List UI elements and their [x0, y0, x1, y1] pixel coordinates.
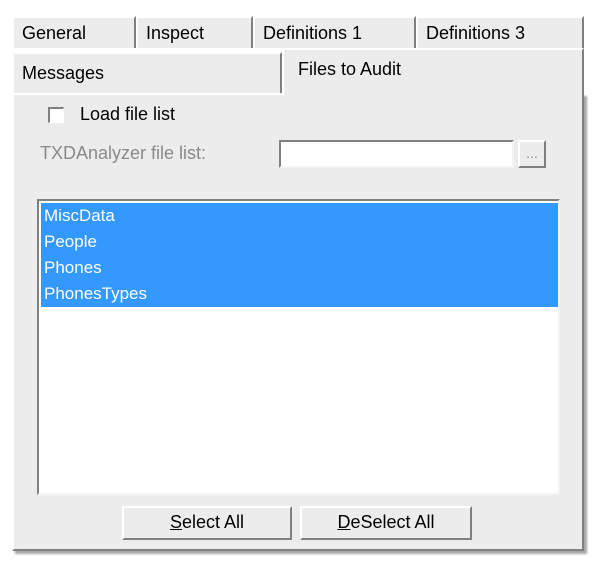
tab-inspect-label: Inspect: [146, 23, 205, 43]
tab-definitions-1-label: Definitions 1: [263, 23, 363, 43]
tab-messages-label: Messages: [22, 63, 105, 83]
tab-general[interactable]: General: [12, 16, 136, 48]
list-item-phonestypes[interactable]: PhonesTypes: [41, 281, 558, 307]
options-dialog: General Inspect Definitions 1 Definition…: [0, 0, 593, 565]
select-all-button[interactable]: Select All: [122, 506, 292, 540]
list-item-miscdata[interactable]: MiscData: [41, 203, 558, 229]
tab-files-to-audit-label: Files to Audit: [298, 59, 402, 79]
deselect-all-mnemonic: D: [337, 512, 351, 532]
tab-messages[interactable]: Messages: [12, 52, 282, 93]
deselect-all-button[interactable]: DeSelect All: [300, 506, 472, 540]
select-all-mnemonic: S: [169, 512, 182, 532]
load-file-list-label[interactable]: Load file list: [80, 104, 175, 125]
file-list-input[interactable]: [279, 140, 514, 168]
file-list-field-label: TXDAnalyzer file list:: [40, 143, 207, 163]
list-item-phones[interactable]: Phones: [41, 255, 558, 281]
load-file-list-checkbox[interactable]: [48, 107, 64, 123]
tab-files-to-audit[interactable]: Files to Audit: [282, 48, 584, 96]
list-item-people[interactable]: People: [41, 229, 558, 255]
tab-definitions-3-label: Definitions 3: [426, 23, 526, 43]
tab-inspect[interactable]: Inspect: [136, 16, 253, 48]
tab-definitions-1[interactable]: Definitions 1: [253, 16, 416, 48]
deselect-all-label: eSelect All: [350, 512, 435, 532]
select-all-label: elect All: [181, 512, 245, 532]
tab-general-label: General: [22, 23, 87, 43]
browse-button[interactable]: ...: [518, 140, 546, 168]
files-listbox[interactable]: MiscData People Phones PhonesTypes: [37, 199, 560, 495]
browse-button-label: ...: [526, 145, 538, 161]
tab-definitions-3[interactable]: Definitions 3: [416, 16, 584, 48]
